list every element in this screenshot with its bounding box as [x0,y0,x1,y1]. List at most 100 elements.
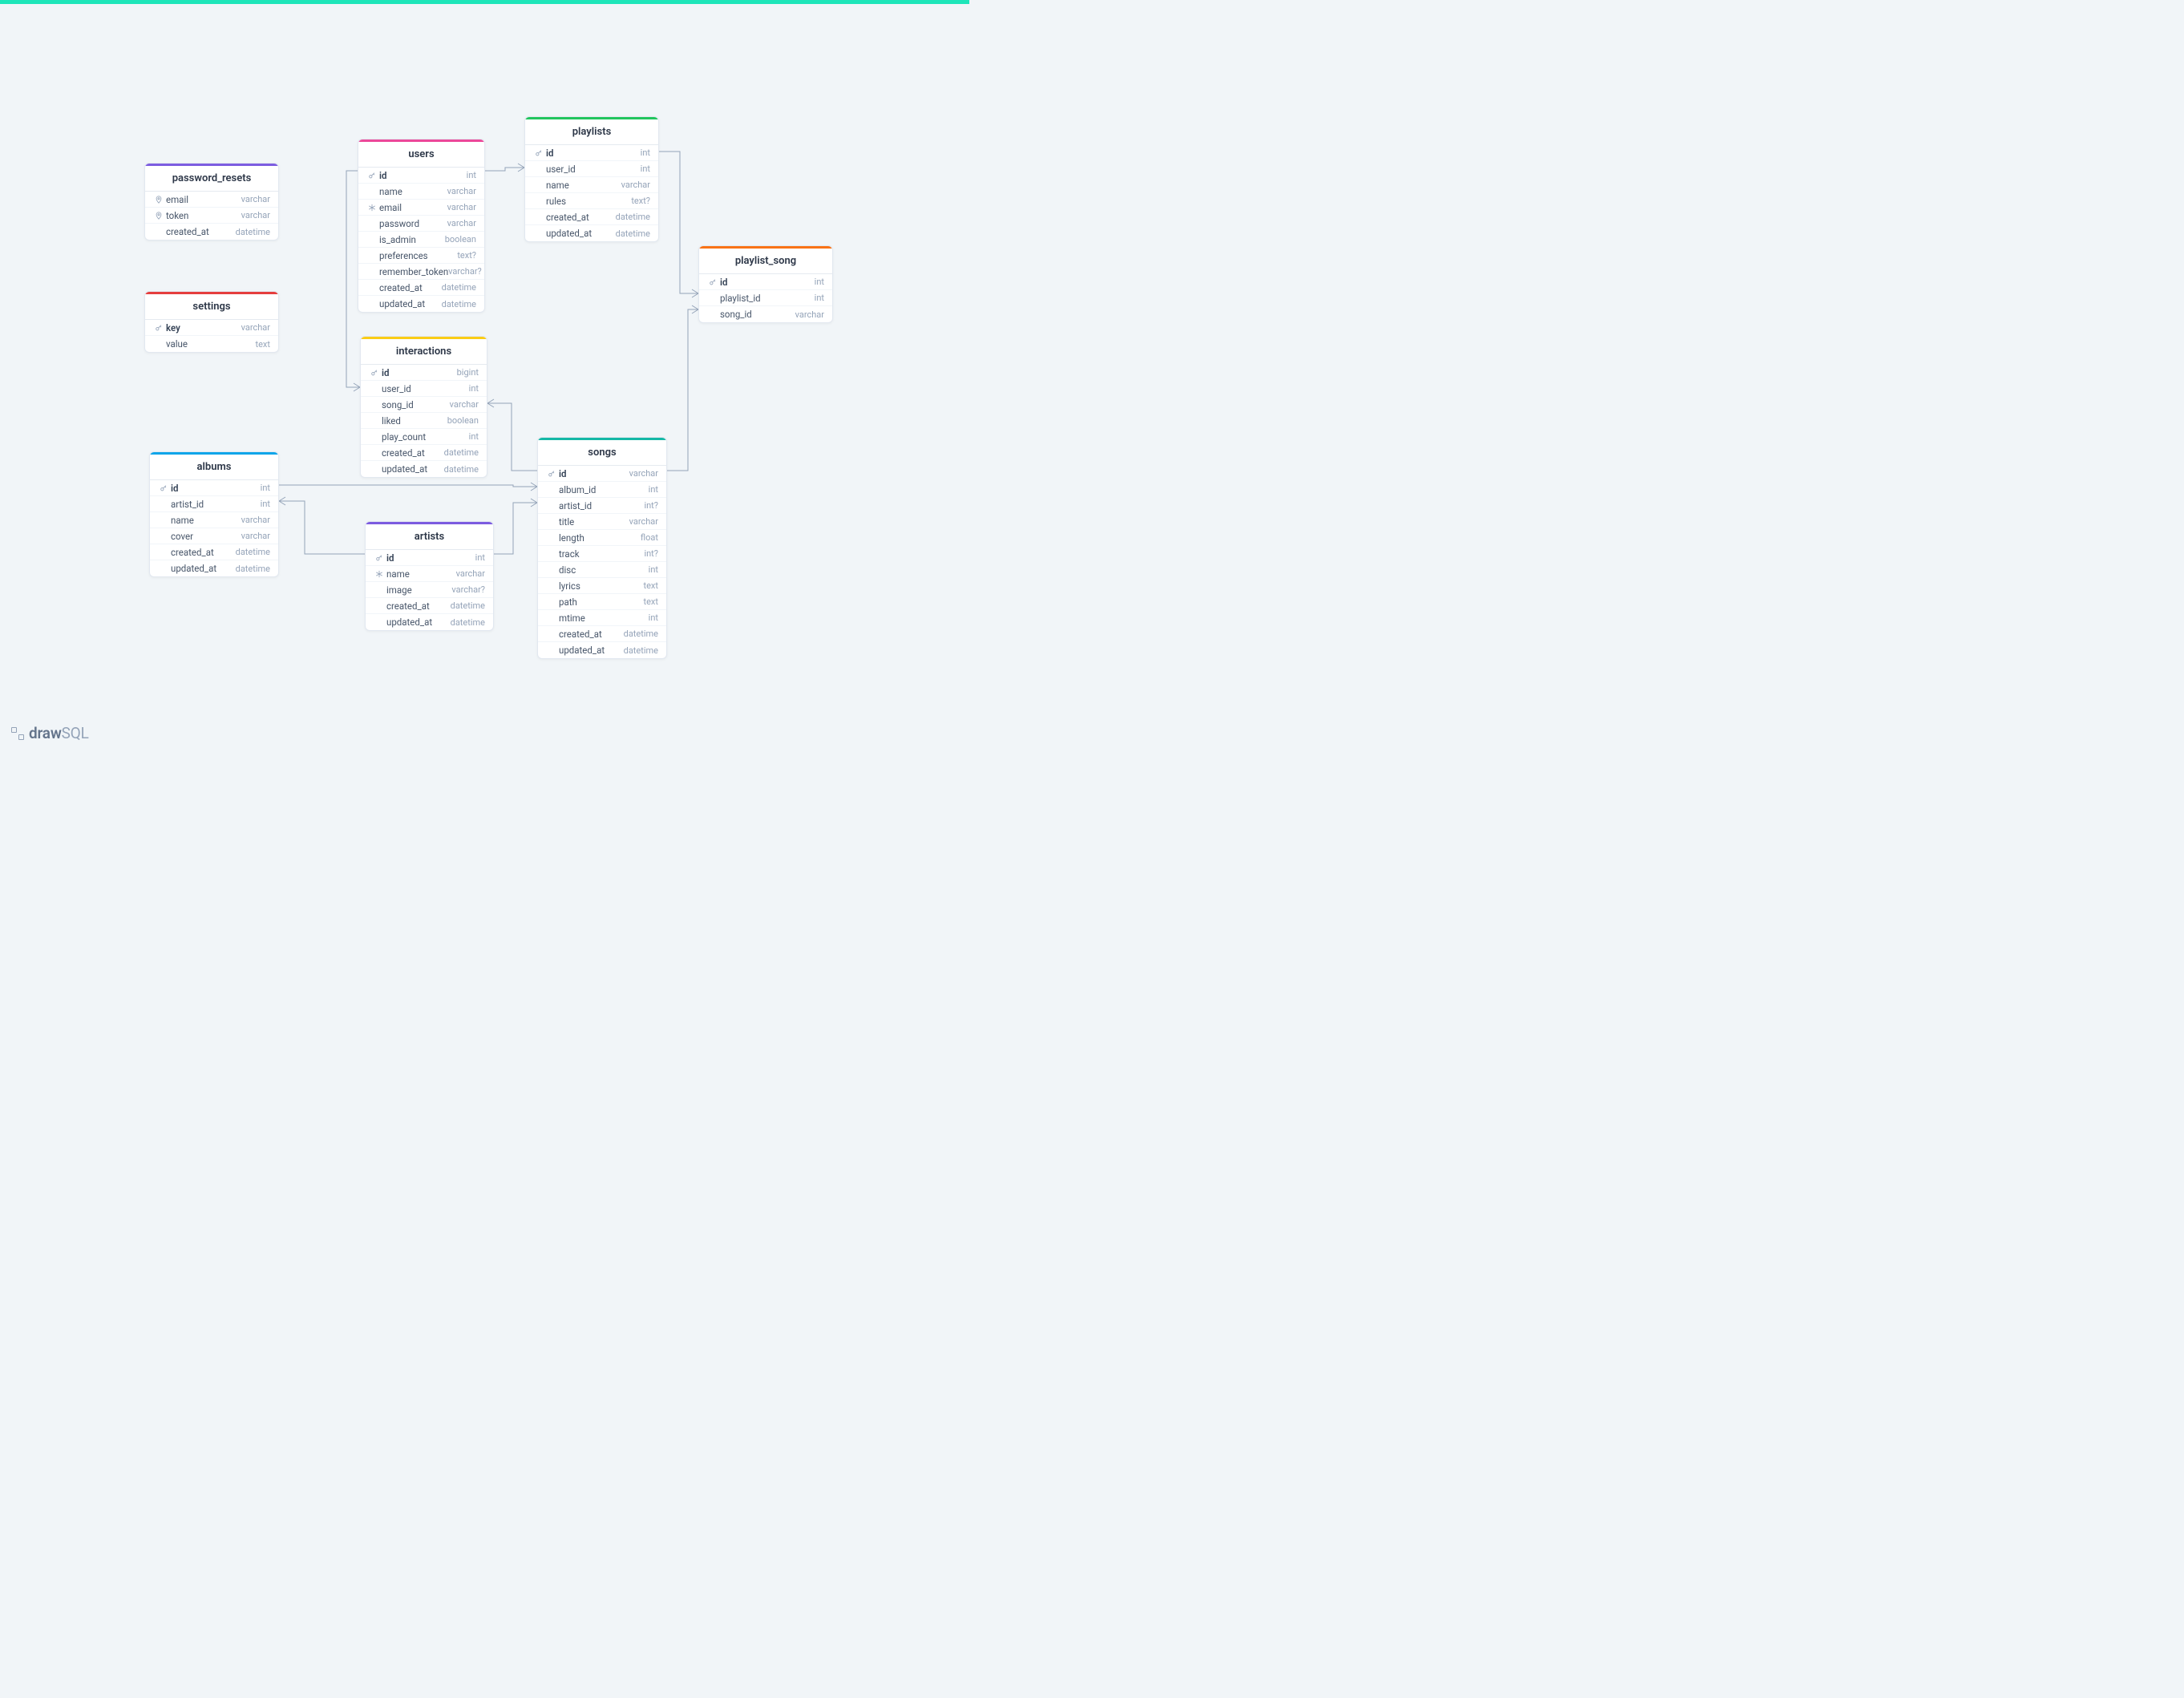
column-name: id [378,170,467,181]
column-row[interactable]: covervarchar [150,528,278,544]
column-row[interactable]: tokenvarchar [145,208,278,224]
column-row[interactable]: passwordvarchar [358,216,484,232]
column-row[interactable]: titlevarchar [538,514,666,530]
column-row[interactable]: idint [366,550,493,566]
column-name: created_at [557,629,624,640]
brand-suffix: SQL [62,724,89,742]
column-type: int [469,431,479,442]
column-type: int [467,170,476,180]
brand-prefix: draw [29,724,62,742]
key-icon [366,172,378,180]
column-row[interactable]: user_idint [525,161,658,177]
column-row[interactable]: emailvarchar [358,200,484,216]
column-row[interactable]: idint [699,274,832,290]
column-type: varchar [241,194,270,204]
column-type: boolean [447,415,479,426]
column-row[interactable]: updated_atdatetime [525,225,658,241]
column-name: remember_token [378,266,448,277]
table-title[interactable]: playlists [525,119,658,145]
table-playlist_song[interactable]: playlist_songidintplaylist_idintsong_idv… [698,245,833,323]
column-name: is_admin [378,234,445,245]
column-type: varchar [450,399,479,410]
column-row[interactable]: song_idvarchar [699,306,832,322]
column-name: rules [544,196,631,207]
column-row[interactable]: idint [150,480,278,496]
column-row[interactable]: created_atdatetime [145,224,278,240]
column-row[interactable]: emailvarchar [145,192,278,208]
table-password_resets[interactable]: password_resetsemailvarchartokenvarcharc… [144,163,279,241]
column-type: int? [644,548,658,559]
column-row[interactable]: idint [358,168,484,184]
column-row[interactable]: artist_idint [150,496,278,512]
column-row[interactable]: keyvarchar [145,320,278,336]
column-row[interactable]: created_atdatetime [525,209,658,225]
column-row[interactable]: is_adminboolean [358,232,484,248]
table-title[interactable]: songs [538,440,666,466]
column-row[interactable]: playlist_idint [699,290,832,306]
table-title[interactable]: artists [366,524,493,550]
table-title[interactable]: interactions [361,339,487,365]
table-albums[interactable]: albumsidintartist_idintnamevarcharcoverv… [149,451,279,577]
table-title[interactable]: settings [145,294,278,320]
column-row[interactable]: namevarchar [150,512,278,528]
column-row[interactable]: preferencestext? [358,248,484,264]
column-type: text? [631,196,650,206]
column-row[interactable]: updated_atdatetime [366,614,493,630]
table-interactions[interactable]: interactionsidbigintuser_idintsong_idvar… [360,336,487,478]
column-type: varchar [241,322,270,333]
column-type: varchar [241,531,270,541]
column-row[interactable]: pathtext [538,594,666,610]
table-settings[interactable]: settingskeyvarcharvaluetext [144,291,279,353]
column-row[interactable]: created_atdatetime [361,445,487,461]
column-row[interactable]: idbigint [361,365,487,381]
column-name: created_at [380,447,444,459]
erd-canvas[interactable]: password_resetsemailvarchartokenvarcharc… [0,4,969,754]
column-row[interactable]: rulestext? [525,193,658,209]
column-row[interactable]: namevarchar [366,566,493,582]
column-row[interactable]: likedboolean [361,413,487,429]
column-type: int? [644,500,658,511]
column-name: updated_at [557,645,624,656]
column-row[interactable]: updated_atdatetime [358,296,484,312]
column-type: datetime [624,645,658,656]
column-row[interactable]: created_atdatetime [538,626,666,642]
table-title[interactable]: albums [150,455,278,480]
column-row[interactable]: remember_tokenvarchar? [358,264,484,280]
column-row[interactable]: created_atdatetime [366,598,493,614]
column-row[interactable]: namevarchar [358,184,484,200]
column-row[interactable]: idint [525,145,658,161]
table-playlists[interactable]: playlistsidintuser_idintnamevarcharrules… [524,116,659,242]
column-row[interactable]: valuetext [145,336,278,352]
table-users[interactable]: usersidintnamevarcharemailvarcharpasswor… [358,139,485,313]
table-title[interactable]: users [358,142,484,168]
column-name: artist_id [169,499,261,510]
key-icon [153,324,164,332]
column-row[interactable]: updated_atdatetime [361,461,487,477]
column-row[interactable]: mtimeint [538,610,666,626]
column-row[interactable]: user_idint [361,381,487,397]
column-row[interactable]: idvarchar [538,466,666,482]
column-name: created_at [385,600,451,612]
column-name: path [557,596,644,608]
column-row[interactable]: created_atdatetime [358,280,484,296]
column-row[interactable]: artist_idint? [538,498,666,514]
column-row[interactable]: trackint? [538,546,666,562]
table-title[interactable]: playlist_song [699,249,832,274]
table-title[interactable]: password_resets [145,166,278,192]
column-row[interactable]: namevarchar [525,177,658,193]
column-row[interactable]: imagevarchar? [366,582,493,598]
column-type: datetime [616,212,650,222]
column-row[interactable]: lengthfloat [538,530,666,546]
column-row[interactable]: song_idvarchar [361,397,487,413]
column-type: datetime [616,228,650,239]
column-row[interactable]: updated_atdatetime [538,642,666,658]
column-row[interactable]: play_countint [361,429,487,445]
column-type: varchar? [451,584,485,595]
column-row[interactable]: created_atdatetime [150,544,278,560]
column-row[interactable]: album_idint [538,482,666,498]
column-row[interactable]: lyricstext [538,578,666,594]
column-row[interactable]: discint [538,562,666,578]
table-artists[interactable]: artistsidintnamevarcharimagevarchar?crea… [365,521,494,631]
column-row[interactable]: updated_atdatetime [150,560,278,576]
table-songs[interactable]: songsidvarcharalbum_idintartist_idint?ti… [537,437,667,659]
